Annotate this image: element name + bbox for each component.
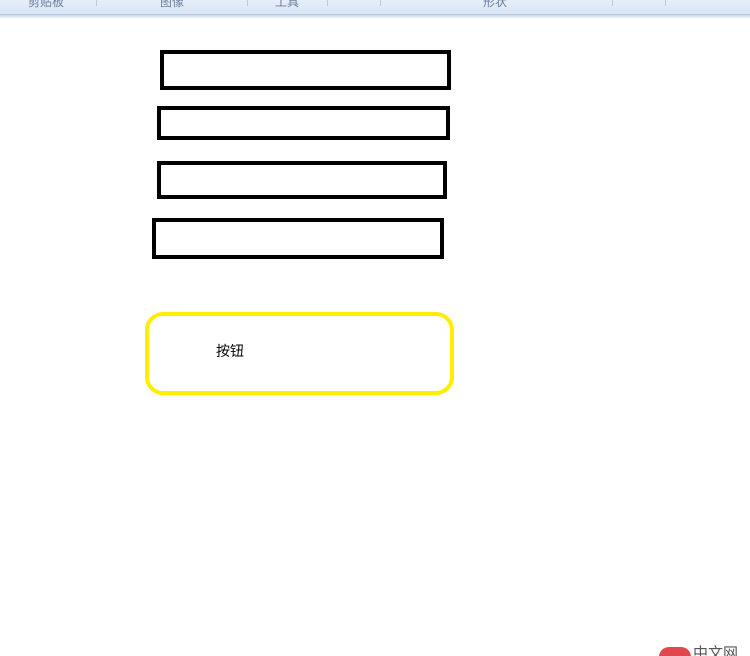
ribbon-separator [380,0,381,6]
ribbon-group-tools[interactable]: 工具 [275,0,299,10]
ribbon-separator [96,0,97,6]
rectangle-shape-3[interactable] [157,161,447,199]
php-logo-icon [659,647,691,656]
button-label: 按钮 [216,344,244,360]
ribbon-separator [327,0,328,6]
rectangle-shape-2[interactable] [157,106,450,140]
rectangle-shape-1[interactable] [160,50,451,90]
ribbon-separator [612,0,613,6]
watermark: 中文网 [657,643,750,656]
rectangle-shape-4[interactable] [152,218,444,259]
ribbon-group-image[interactable]: 图像 [160,0,184,10]
watermark-text: 中文网 [693,644,739,656]
ribbon-separator [247,0,248,6]
ribbon-group-shapes[interactable]: 形状 [483,0,507,10]
ribbon-bar: 剪贴板 图像 工具 形状 [0,0,750,15]
ribbon-separator [665,0,666,6]
button-shape[interactable] [145,312,454,395]
ribbon-group-clipboard[interactable]: 剪贴板 [28,0,64,10]
